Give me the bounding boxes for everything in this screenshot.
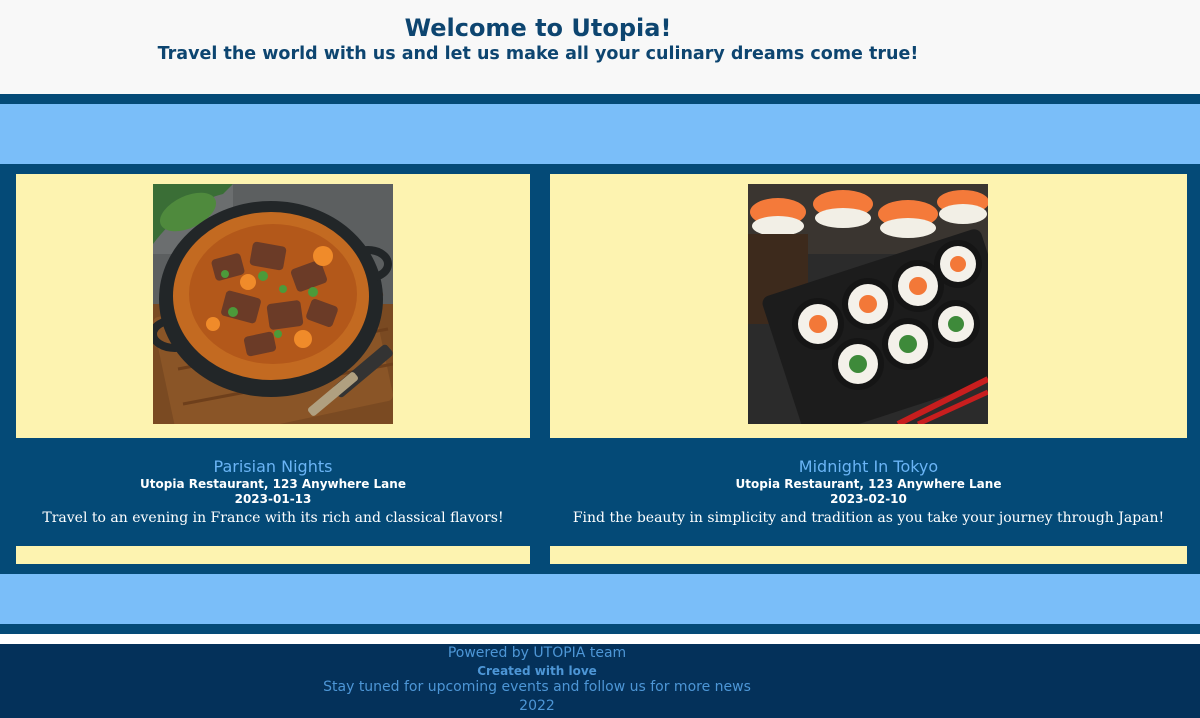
event-description: Travel to an evening in France with its …	[42, 510, 504, 526]
top-banner	[0, 104, 1200, 164]
bottom-banner	[0, 574, 1200, 624]
event-date: 2023-01-13	[234, 492, 312, 506]
event-info-midnight-in-tokyo: Midnight In Tokyo Utopia Restaurant, 123…	[550, 456, 1187, 529]
footer-year: 2022	[519, 698, 555, 714]
page-title: Welcome to Utopia!	[404, 14, 672, 42]
bottom-divider	[0, 624, 1200, 634]
event-location: Utopia Restaurant, 123 Anywhere Lane	[140, 477, 406, 491]
sushi-platter-photo	[748, 184, 988, 424]
site-header: Welcome to Utopia! Travel the world with…	[0, 0, 1200, 94]
footer-created-with: Created with love	[477, 664, 597, 678]
event-date: 2023-02-10	[830, 492, 907, 506]
event-location: Utopia Restaurant, 123 Anywhere Lane	[735, 477, 1002, 491]
event-title[interactable]: Parisian Nights	[16, 456, 530, 477]
event-title[interactable]: Midnight In Tokyo	[550, 456, 1187, 477]
event-description: Find the beauty in simplicity and tradit…	[572, 510, 1165, 526]
site-footer: Powered by UTOPIA team Created with love…	[0, 644, 1200, 718]
beef-stew-photo	[153, 184, 393, 424]
event-card-footer	[16, 546, 530, 564]
page-subtitle: Travel the world with us and let us make…	[157, 44, 919, 64]
event-card-footer	[550, 546, 1187, 564]
event-info-parisian-nights: Parisian Nights Utopia Restaurant, 123 A…	[16, 456, 530, 529]
top-divider	[0, 94, 1200, 104]
footer-follow-note: Stay tuned for upcoming events and follo…	[323, 679, 751, 695]
footer-powered-by: Powered by UTOPIA team	[447, 645, 627, 661]
